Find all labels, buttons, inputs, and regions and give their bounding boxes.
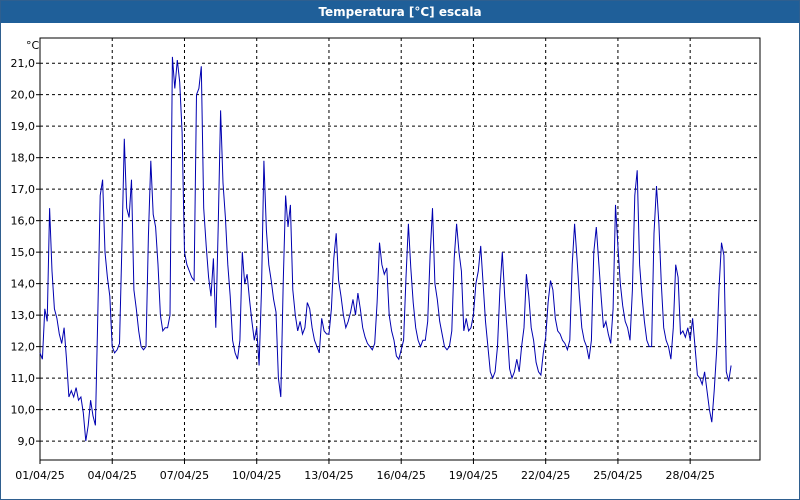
y-tick-label: 19,0 bbox=[11, 120, 36, 133]
y-tick-label: 14,0 bbox=[11, 278, 36, 291]
y-tick-label: 21,0 bbox=[11, 57, 36, 70]
y-tick-label: 9,0 bbox=[18, 435, 36, 448]
y-tick-label: 12,0 bbox=[11, 341, 36, 354]
x-axis: 01/04/25 04/04/25 07/04/25 10/04/25 13/04/25… bbox=[15, 460, 715, 482]
y-tick-label: 10,0 bbox=[11, 404, 36, 417]
y-tick-label: 18,0 bbox=[11, 152, 36, 165]
series-line bbox=[39, 56, 732, 442]
x-tick-label: 16/04/25 bbox=[377, 469, 426, 482]
x-tick-label: 19/04/25 bbox=[449, 469, 498, 482]
x-tick-label: 01/04/25 bbox=[15, 469, 64, 482]
x-tick-label: 04/04/25 bbox=[88, 469, 137, 482]
x-tick-label: 13/04/25 bbox=[304, 469, 353, 482]
y-tick-label: 20,0 bbox=[11, 89, 36, 102]
y-tick-label: 15,0 bbox=[11, 246, 36, 259]
y-tick-label: 11,0 bbox=[11, 372, 36, 385]
y-axis-unit-label: °C bbox=[26, 39, 40, 52]
y-tick-label: 17,0 bbox=[11, 183, 36, 196]
x-tick-label: 28/04/25 bbox=[665, 469, 714, 482]
x-tick-label: 22/04/25 bbox=[521, 469, 570, 482]
x-tick-label: 10/04/25 bbox=[232, 469, 281, 482]
x-tick-label: 07/04/25 bbox=[160, 469, 209, 482]
y-axis: 9,0 10,0 11,0 12,0 13,0 14,0 15,0 16,0 17,0 18,0 1… bbox=[11, 57, 40, 448]
x-tick-label: 25/04/25 bbox=[593, 469, 642, 482]
y-tick-label: 16,0 bbox=[11, 215, 36, 228]
temperature-chart: 9,0 10,0 11,0 12,0 13,0 14,0 15,0 16,0 17,0 18,0 1… bbox=[11, 37, 761, 482]
y-tick-label: 13,0 bbox=[11, 309, 36, 322]
